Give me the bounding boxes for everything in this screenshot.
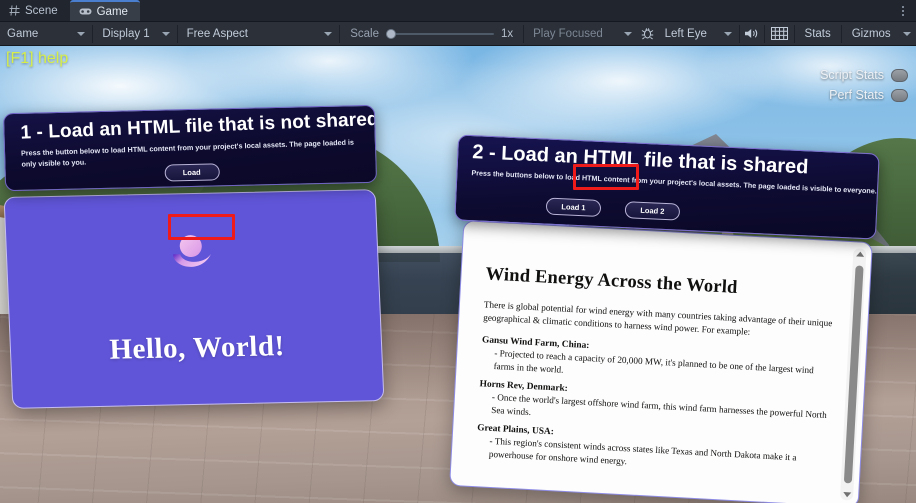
slider-knob[interactable]	[386, 28, 396, 39]
unity-editor-window: Scene Game Game Display 1 Free Aspect Sc…	[0, 0, 916, 503]
tab-game-label: Game	[96, 5, 128, 18]
aspect-ratio-dropdown[interactable]: Free Aspect	[180, 22, 338, 46]
document-content: Wind Energy Across the World There is gl…	[475, 264, 835, 486]
display-value: Display 1	[102, 27, 150, 40]
stats-button[interactable]: Stats	[797, 22, 839, 46]
sphere-crescent-logo-icon	[167, 232, 217, 275]
stats-label: Stats	[804, 27, 831, 40]
target-display-dropdown[interactable]: Game	[0, 22, 90, 46]
web-panel-wind-energy-document[interactable]: Wind Energy Across the World There is gl…	[449, 220, 873, 503]
chevron-down-icon	[324, 31, 333, 36]
scrollbar-thumb[interactable]	[843, 265, 864, 484]
instruction-panel-not-shared: 1 - Load an HTML file that is not shared…	[2, 104, 378, 192]
editor-tab-bar: Scene Game	[0, 0, 916, 22]
chevron-down-icon	[161, 31, 170, 36]
divider	[840, 24, 842, 43]
divider	[176, 24, 178, 43]
load-1-button[interactable]: Load 1	[545, 197, 602, 218]
gizmos-button[interactable]: Gizmos	[844, 22, 899, 46]
gizmos-dropdown[interactable]	[899, 22, 916, 46]
play-mode-dropdown[interactable]: Play Focused	[526, 22, 637, 46]
document-title: Wind Energy Across the World	[485, 264, 739, 299]
scale-value: 1x	[501, 27, 514, 40]
scale-label: Scale	[350, 27, 379, 40]
aspect-ratio-value: Free Aspect	[186, 27, 248, 40]
scale-slider[interactable]	[386, 27, 494, 41]
gizmo-grid-icon[interactable]	[767, 22, 791, 46]
bug-report-icon[interactable]	[637, 22, 658, 46]
display-dropdown[interactable]: Display 1	[95, 22, 174, 46]
play-mode-value: Play Focused	[533, 27, 603, 40]
script-stats-toggle[interactable]	[891, 68, 908, 82]
divider	[339, 24, 341, 43]
hello-world-heading: Hello, World!	[108, 330, 286, 366]
divider	[523, 24, 525, 43]
load-2-button[interactable]: Load 2	[624, 201, 681, 221]
game-view-viewport[interactable]: [F1] help Script Stats Perf Stats 1 - Lo…	[0, 46, 916, 503]
scale-slider-group[interactable]: Scale 1x	[342, 27, 521, 41]
divider	[92, 24, 94, 43]
script-stats-label: Script Stats	[820, 68, 884, 82]
stats-toggle-group: Script Stats Perf Stats	[820, 68, 908, 102]
eye-selection-dropdown[interactable]: Left Eye	[658, 22, 737, 46]
mute-audio-icon[interactable]	[742, 22, 763, 46]
perf-stats-label: Perf Stats	[829, 88, 884, 102]
divider	[738, 24, 740, 43]
chevron-down-icon	[902, 31, 911, 36]
divider	[764, 24, 766, 43]
document-intro-paragraph: There is global potential for wind energ…	[482, 299, 833, 337]
eye-selection-value: Left Eye	[664, 27, 707, 40]
perf-stats-toggle[interactable]	[891, 88, 908, 102]
game-view-toolbar: Game Display 1 Free Aspect Scale 1x Play…	[0, 22, 916, 46]
tab-game[interactable]: Game	[69, 0, 140, 21]
slider-track	[386, 32, 494, 35]
help-hint-text: [F1] help	[6, 50, 69, 67]
target-display-value: Game	[7, 27, 39, 40]
tab-scene-label: Scene	[25, 4, 58, 17]
gizmos-label: Gizmos	[851, 27, 891, 40]
chevron-down-icon	[624, 31, 633, 36]
script-stats-toggle-row[interactable]: Script Stats	[820, 68, 908, 82]
divider	[793, 24, 795, 43]
chevron-down-icon	[77, 31, 86, 36]
more-options-icon[interactable]	[897, 3, 909, 19]
panel2-button-row: Load 1 Load 2	[545, 197, 797, 226]
perf-stats-toggle-row[interactable]: Perf Stats	[829, 88, 908, 102]
load-button[interactable]: Load	[163, 163, 220, 182]
chevron-down-icon	[723, 31, 732, 36]
tab-scene[interactable]: Scene	[0, 0, 70, 21]
scroll-up-arrow-icon[interactable]	[855, 251, 864, 257]
grid-icon	[9, 5, 20, 16]
scroll-down-arrow-icon[interactable]	[842, 492, 851, 498]
gamepad-icon	[79, 7, 92, 16]
web-panel-hello-world[interactable]: Hello, World!	[3, 189, 385, 409]
